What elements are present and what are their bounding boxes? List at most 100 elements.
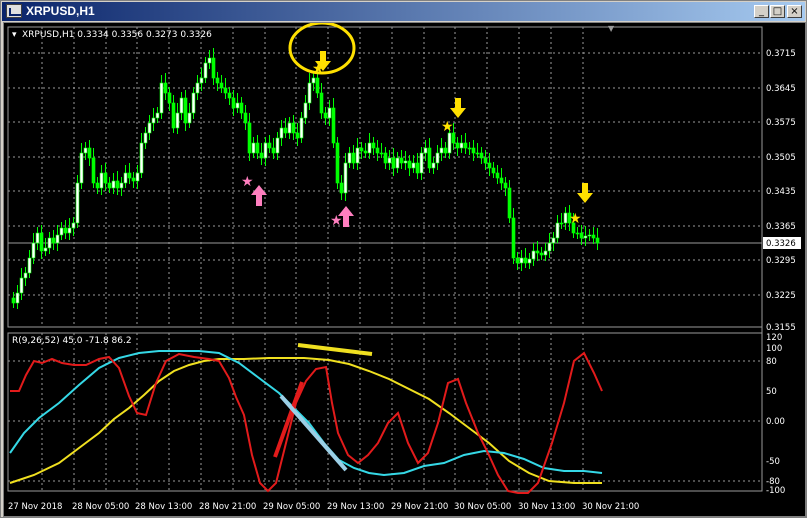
- candle-body: [23, 272, 28, 279]
- candle-body: [395, 157, 400, 169]
- candle-body: [447, 132, 452, 154]
- candle-body: [67, 227, 72, 234]
- candle-body: [47, 237, 52, 249]
- time-tick: 30 Nov 13:00: [518, 502, 575, 512]
- candle-body: [435, 152, 440, 164]
- time-tick: 29 Nov 13:00: [327, 502, 384, 512]
- candle-body: [195, 82, 200, 94]
- time-tick: 29 Nov 21:00: [391, 502, 448, 512]
- chart-shift-marker-icon[interactable]: ▼: [608, 24, 615, 33]
- candle-body: [247, 122, 252, 154]
- candle-body: [287, 122, 292, 134]
- chart-area[interactable]: ★ ★ ★ ★ ★ ▾ XRPUSD,H1 0.3334 0.3356 0.32…: [3, 22, 806, 517]
- candle-body: [583, 235, 588, 239]
- indicator-tick: 50: [766, 387, 777, 397]
- chart-menu-icon[interactable]: ▾: [12, 30, 17, 40]
- annotation-stroke-yellow: [297, 343, 373, 356]
- candle-body: [575, 232, 580, 235]
- chart-window: XRPUSD,H1 _ □ × ★ ★ ★ ★ ★ ▾ XRPUSD,H1 0.…: [0, 0, 807, 518]
- candle-body: [39, 232, 44, 252]
- annotation-stroke-lightblue: [279, 394, 348, 472]
- candle-body: [27, 257, 32, 274]
- candle-body: [175, 112, 180, 129]
- candle-body: [375, 147, 380, 154]
- candle-body: [87, 147, 92, 159]
- time-tick: 30 Nov 05:00: [454, 502, 511, 512]
- candle-body: [243, 112, 248, 124]
- candle-body: [307, 82, 312, 104]
- candle-body: [475, 152, 480, 155]
- time-tick: 28 Nov 13:00: [135, 502, 192, 512]
- candle-body: [387, 157, 392, 164]
- candle-body: [523, 257, 528, 264]
- candle-body: [75, 182, 80, 224]
- candle-body: [371, 142, 376, 149]
- main-chart-header: XRPUSD,H1 0.3334 0.3356 0.3273 0.3326: [22, 30, 212, 40]
- candle-body: [267, 142, 272, 149]
- window-title: XRPUSD,H1: [26, 4, 95, 18]
- candle-body: [555, 222, 560, 239]
- candle-body: [547, 242, 552, 252]
- candle-body: [399, 157, 404, 164]
- close-button[interactable]: ×: [787, 5, 802, 18]
- candle-body: [391, 157, 396, 169]
- candle-body: [299, 117, 304, 139]
- candle-body: [415, 162, 420, 174]
- candle-body: [579, 232, 584, 239]
- candle-body: [15, 292, 20, 304]
- candle-body: [103, 172, 108, 184]
- indicator-cyan-line: [9, 350, 603, 477]
- candle-body: [595, 237, 600, 244]
- candle-body: [63, 227, 68, 234]
- star-icon: ★: [330, 213, 343, 229]
- candle-body: [19, 277, 24, 294]
- price-tick: 0.3225: [766, 291, 796, 301]
- price-tick: 0.3295: [766, 256, 796, 266]
- sell-arrow-down-icon: [450, 98, 466, 118]
- candle-body: [167, 92, 172, 104]
- indicator-tick: 80: [766, 357, 777, 367]
- time-tick: 29 Nov 05:00: [263, 502, 320, 512]
- star-icon: ★: [241, 174, 254, 190]
- candle-body: [155, 112, 160, 119]
- indicator-tick: 120: [766, 333, 782, 343]
- indicator-axis: 120 100 80 50 0.00 -50 -80 -100: [766, 333, 785, 496]
- price-tick: 0.3645: [766, 84, 796, 94]
- chart-canvas[interactable]: ★ ★ ★ ★ ★ ▾ XRPUSD,H1 0.3334 0.3356 0.32…: [4, 23, 805, 516]
- star-icon: ★: [569, 211, 582, 227]
- candle-body: [219, 82, 224, 89]
- candle-body: [223, 87, 228, 94]
- candle-body: [359, 147, 364, 152]
- minimize-button[interactable]: _: [754, 5, 769, 18]
- indicator-tick: 100: [766, 344, 782, 354]
- candle-body: [455, 142, 460, 149]
- candle-body: [383, 152, 388, 164]
- candle-body: [279, 127, 284, 139]
- window-titlebar[interactable]: XRPUSD,H1 _ □ ×: [2, 2, 805, 21]
- candle-body: [231, 97, 236, 109]
- candle-body: [95, 182, 100, 189]
- candle-body: [363, 150, 368, 154]
- candle-body: [511, 217, 516, 259]
- candle-body: [531, 250, 536, 260]
- indicator-header: R(9,26,52) 45.0 -71.8 86.2: [12, 336, 132, 346]
- price-tick: 0.3365: [766, 222, 796, 232]
- price-tick: 0.3505: [766, 153, 796, 163]
- candle-body: [227, 92, 232, 99]
- candle-body: [551, 237, 556, 244]
- candle-body: [119, 182, 124, 189]
- indicator-tick: 0.00: [766, 417, 785, 427]
- candle-body: [427, 147, 432, 169]
- candles: [11, 48, 600, 309]
- candle-body: [135, 172, 140, 182]
- candle-body: [187, 112, 192, 124]
- candle-body: [251, 142, 256, 154]
- time-tick: 30 Nov 21:00: [582, 502, 639, 512]
- candle-body: [211, 57, 216, 79]
- maximize-button[interactable]: □: [770, 5, 785, 18]
- candle-body: [55, 234, 60, 244]
- price-tick: 0.3155: [766, 323, 796, 333]
- candle-body: [99, 172, 104, 189]
- candle-body: [123, 172, 128, 184]
- candle-body: [519, 257, 524, 264]
